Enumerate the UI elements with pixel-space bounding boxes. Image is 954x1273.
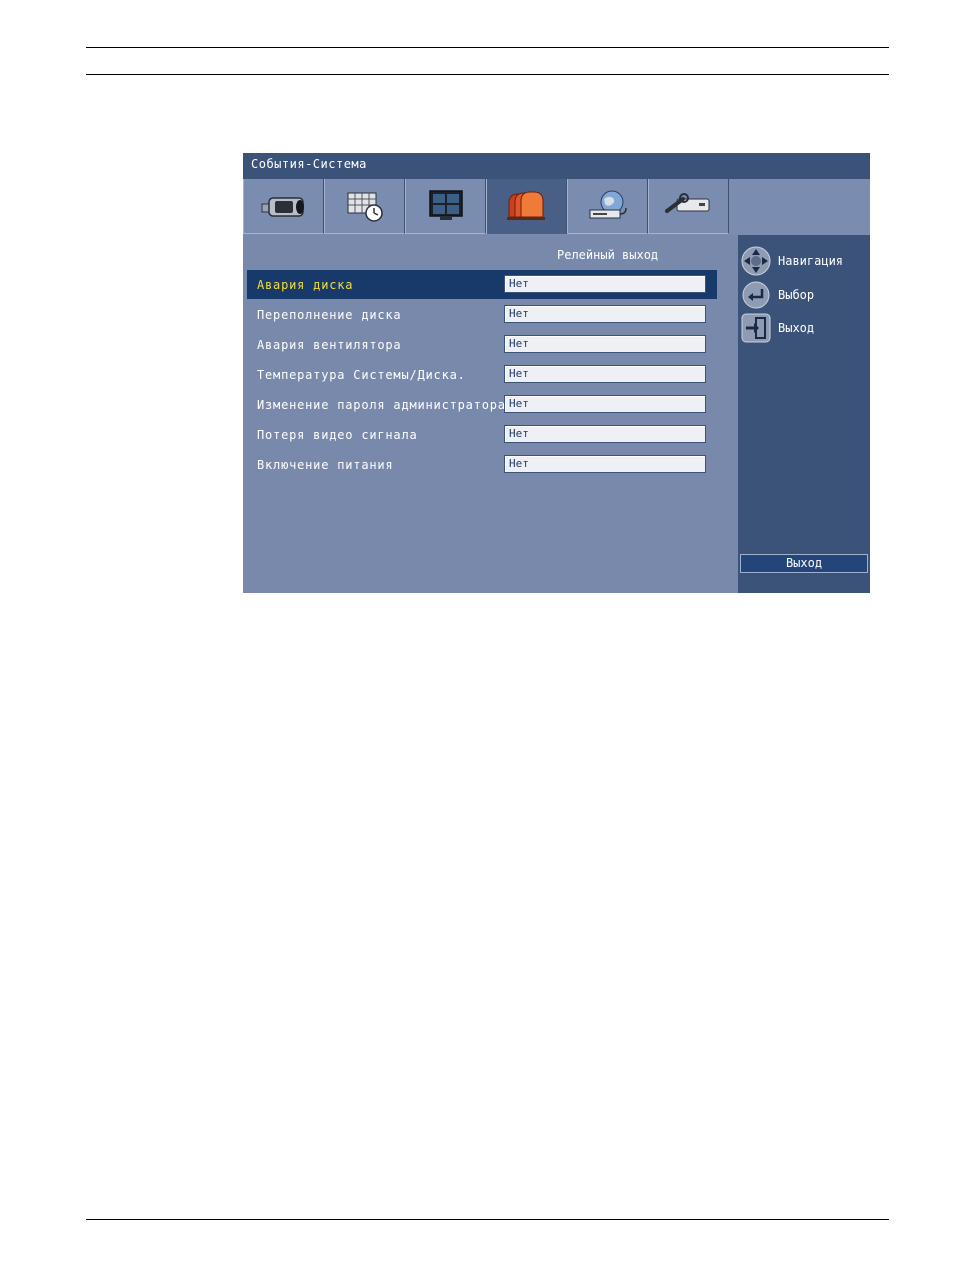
help-sidebar: Навигация Выбор Выход Выход	[738, 235, 870, 593]
tab-schedule[interactable]	[324, 179, 405, 234]
relay-output-select[interactable]: Нет	[504, 275, 706, 293]
event-row-temperature[interactable]: Температура Системы/Диска. Нет	[247, 360, 717, 389]
relay-output-select[interactable]: Нет	[504, 455, 706, 473]
window-title: События-Система	[251, 157, 367, 171]
sidebar-item-exit: Выход	[741, 313, 867, 343]
event-row-disk-full[interactable]: Переполнение диска Нет	[247, 300, 717, 329]
event-label: Температура Системы/Диска.	[257, 368, 466, 382]
sidebar-label: Навигация	[778, 254, 844, 268]
event-label: Включение питания	[257, 458, 394, 472]
tab-events[interactable]	[486, 179, 567, 234]
navigation-dpad-icon	[741, 246, 771, 276]
event-row-fan-failure[interactable]: Авария вентилятора Нет	[247, 330, 717, 359]
event-label: Авария вентилятора	[257, 338, 402, 352]
enter-icon	[742, 281, 770, 309]
title-bar: События-Система	[243, 153, 870, 179]
tab-system[interactable]	[648, 179, 729, 234]
page-header-rule	[86, 74, 889, 75]
event-label: Авария диска	[257, 278, 354, 292]
event-label: Потеря видео сигнала	[257, 428, 418, 442]
sidebar-label: Выход	[778, 321, 815, 335]
camera-icon	[261, 197, 304, 217]
system-tools-icon	[665, 193, 710, 213]
relay-output-select[interactable]: Нет	[504, 395, 706, 413]
settings-content: Релейный выход Авария диска Нет Переполн…	[243, 235, 738, 593]
relay-output-value: Нет	[509, 367, 529, 380]
calendar-clock-icon	[347, 192, 383, 222]
tab-strip	[243, 179, 870, 235]
sidebar-label: Выбор	[778, 288, 815, 302]
event-row-power-on[interactable]: Включение питания Нет	[247, 450, 717, 479]
tab-display[interactable]	[405, 179, 486, 234]
relay-output-select[interactable]: Нет	[504, 425, 706, 443]
relay-output-select[interactable]: Нет	[504, 365, 706, 383]
relay-output-value: Нет	[509, 457, 529, 470]
sidebar-item-select: Выбор	[741, 280, 867, 310]
event-label: Изменение пароля администратора	[257, 398, 506, 412]
relay-output-value: Нет	[509, 337, 529, 350]
page-top-rule	[86, 47, 889, 48]
exit-button[interactable]: Выход	[740, 554, 868, 573]
tab-network[interactable]	[567, 179, 648, 234]
monitor-icon	[429, 190, 463, 220]
tab-camera[interactable]	[243, 179, 324, 234]
relay-output-value: Нет	[509, 277, 529, 290]
sidebar-item-navigation: Навигация	[741, 246, 867, 276]
relay-output-value: Нет	[509, 307, 529, 320]
event-row-admin-password[interactable]: Изменение пароля администратора Нет	[247, 390, 717, 419]
relay-output-select[interactable]: Нет	[504, 305, 706, 323]
relay-output-select[interactable]: Нет	[504, 335, 706, 353]
event-row-video-loss[interactable]: Потеря видео сигнала Нет	[247, 420, 717, 449]
relay-output-value: Нет	[509, 397, 529, 410]
page-footer-rule	[86, 1219, 889, 1220]
relay-output-column-header: Релейный выход	[557, 248, 659, 262]
event-label: Переполнение диска	[257, 308, 402, 322]
dvr-menu-window: События-Система Релейный выход Авария ди…	[243, 153, 870, 593]
relay-output-value: Нет	[509, 427, 529, 440]
network-globe-icon	[589, 190, 627, 219]
exit-door-icon	[741, 313, 771, 343]
alarm-events-icon	[507, 191, 545, 220]
event-row-disk-failure[interactable]: Авария диска Нет	[247, 270, 717, 299]
